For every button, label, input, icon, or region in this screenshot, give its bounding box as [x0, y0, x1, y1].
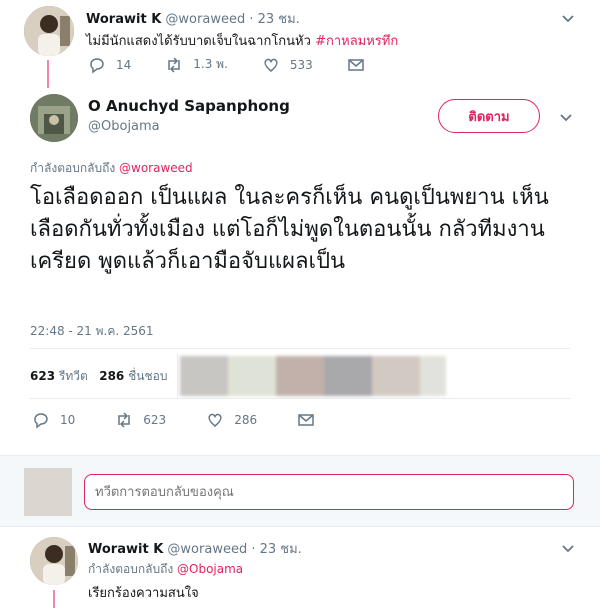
retweet-stat[interactable]: 623 รีทวีต: [30, 369, 88, 383]
reply-input[interactable]: [84, 474, 574, 510]
heart-icon: [264, 58, 278, 72]
tweet-timestamp[interactable]: 22:48 - 21 พ.ค. 2561: [30, 322, 154, 341]
author-name[interactable]: Worawit K: [86, 12, 161, 27]
message-button[interactable]: [297, 411, 315, 429]
reply-icon: [34, 413, 48, 429]
envelope-icon: [298, 414, 314, 426]
reply-button[interactable]: 14: [88, 55, 131, 74]
tweet-stats: 623 รีทวีต 286 ชื่นชอบ: [30, 367, 167, 386]
mention-link[interactable]: @Obojama: [177, 562, 243, 576]
thread-line: [53, 590, 55, 608]
follow-button[interactable]: ติดตาม: [438, 99, 540, 133]
reply-button[interactable]: 10: [32, 411, 75, 429]
avatar[interactable]: [324, 356, 372, 396]
avatar[interactable]: [30, 537, 78, 585]
chevron-down-icon[interactable]: [560, 540, 576, 556]
retweet-icon: [168, 56, 181, 73]
avatar[interactable]: [30, 94, 78, 142]
author-handle[interactable]: @Obojama: [88, 119, 160, 134]
author-handle[interactable]: @woraweed: [165, 12, 245, 27]
mention-link[interactable]: @woraweed: [119, 161, 193, 175]
avatar[interactable]: [24, 6, 74, 56]
tweet-text: โอเลือดออก เป็นแผล ในละครก็เห็น คนดูเป็น…: [30, 185, 549, 274]
divider: [30, 398, 570, 399]
like-button[interactable]: 533: [262, 55, 313, 74]
stat-divider: [177, 354, 178, 398]
message-button[interactable]: [347, 55, 365, 74]
tweet-time[interactable]: · 23 ชม.: [249, 12, 299, 27]
heart-icon: [208, 413, 222, 427]
retweet-button[interactable]: 623: [115, 411, 166, 429]
reply-icon: [90, 57, 104, 73]
replying-to: กำลังตอบกลับถึง @woraweed: [30, 161, 193, 175]
tweet-time[interactable]: · 23 ชม.: [251, 542, 301, 557]
envelope-icon: [348, 58, 364, 71]
like-button[interactable]: 286: [206, 411, 257, 429]
author-handle[interactable]: @woraweed: [167, 542, 247, 557]
replying-to: กำลังตอบกลับถึง @Obojama: [88, 562, 244, 576]
retweet-icon: [118, 412, 131, 428]
tweet-text: เรียกร้องความสนใจ: [88, 586, 199, 601]
avatar[interactable]: [420, 356, 446, 396]
chevron-down-icon[interactable]: [558, 109, 574, 125]
author-name[interactable]: Worawit K: [88, 542, 163, 557]
avatar[interactable]: [180, 356, 228, 396]
divider: [30, 348, 570, 349]
thread-line: [47, 60, 49, 88]
retweet-button[interactable]: 1.3 พ.: [165, 55, 228, 74]
like-stat[interactable]: 286 ชื่นชอบ: [99, 369, 167, 383]
liker-avatars[interactable]: [180, 356, 446, 396]
tweet-text: ไม่มีนักแสดงได้รับบาดเจ็บในฉากโกนหัว #กา…: [86, 34, 399, 49]
reply-composer: [0, 455, 600, 527]
avatar[interactable]: [276, 356, 324, 396]
avatar: [24, 468, 72, 516]
hashtag-link[interactable]: #กาหลมหรทึก: [315, 34, 398, 49]
avatar[interactable]: [228, 356, 276, 396]
chevron-down-icon[interactable]: [560, 10, 576, 26]
avatar[interactable]: [372, 356, 420, 396]
author-name[interactable]: O Anuchyd Sapanphong: [88, 97, 290, 115]
